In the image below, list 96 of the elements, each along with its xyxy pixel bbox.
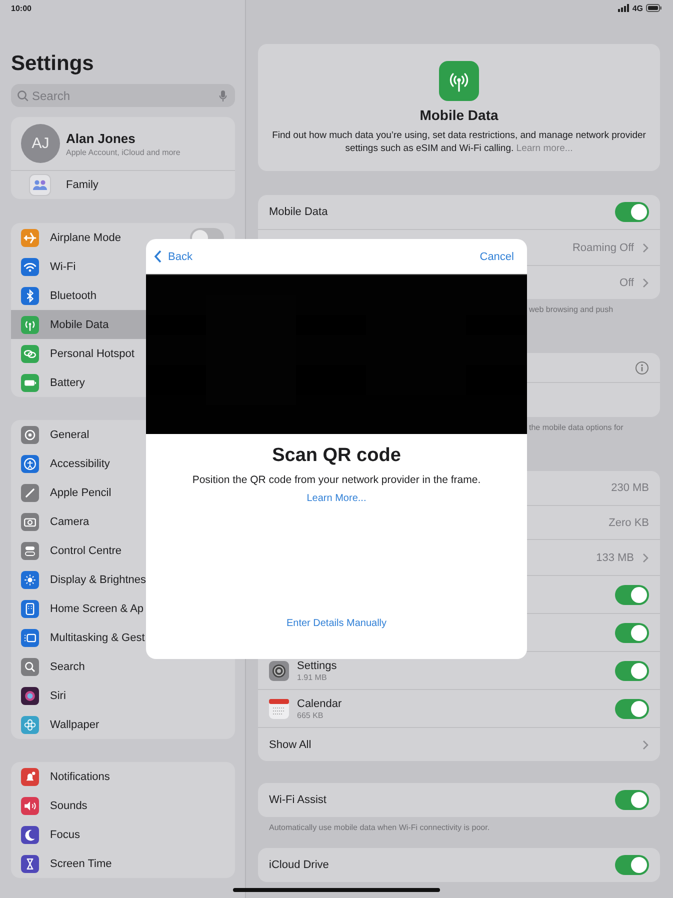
sidebar-item[interactable]: Battery	[11, 368, 235, 397]
flower-icon	[21, 716, 39, 734]
sidebar-item[interactable]: Sounds	[11, 791, 235, 820]
chevron-left-icon	[154, 250, 162, 263]
footnote: the mobile data options for	[529, 422, 624, 434]
footnote: Automatically use mobile data when Wi-Fi connectivity is poor.	[269, 822, 490, 834]
search-field[interactable]: Search	[11, 84, 235, 107]
app-data-usage: 665 KB	[297, 710, 324, 720]
page-title: Settings	[11, 51, 95, 77]
toggle-switch[interactable]	[615, 622, 649, 642]
row-value: Off	[620, 276, 634, 288]
toggle-switch[interactable]	[615, 660, 649, 680]
sidebar-item[interactable]: Display & Brightnes	[11, 565, 235, 594]
airplane-icon	[21, 228, 39, 246]
moon-icon	[21, 826, 39, 844]
sidebar-item[interactable]: General	[11, 420, 235, 449]
row-value: 133 MB	[596, 552, 634, 564]
app-name: Calendar	[297, 698, 342, 710]
learn-more-link[interactable]: Learn More...	[306, 493, 366, 504]
sun-icon	[21, 570, 39, 588]
row-label: Mobile Data	[269, 206, 328, 218]
sidebar-item[interactable]: Wallpaper	[11, 710, 235, 739]
account-name: Alan Jones	[66, 130, 136, 146]
sidebar-item[interactable]: Screen Time	[11, 849, 235, 878]
toggle-switch[interactable]	[615, 584, 649, 604]
toggle-switch[interactable]	[615, 202, 649, 222]
chevron-icon	[642, 740, 649, 750]
info-icon[interactable]	[635, 360, 649, 374]
antenna-icon	[21, 316, 39, 334]
sidebar-item[interactable]: Siri	[11, 681, 235, 710]
battery-icon	[21, 374, 39, 392]
settings-row[interactable]: Calendar 665 KB	[258, 689, 660, 727]
enter-details-link[interactable]: Enter Details Manually	[286, 618, 387, 629]
wifi-icon	[21, 258, 39, 276]
orb-icon	[21, 686, 39, 704]
status-time: 10:00	[11, 4, 32, 12]
avatar: AJ	[21, 124, 60, 163]
modal-description: Position the QR code from your network provider in the frame.	[192, 474, 481, 486]
account-subtitle: Apple Account, iCloud and more	[66, 148, 180, 156]
footnote: web browsing and push	[529, 304, 614, 316]
toggle-switch[interactable]	[615, 790, 649, 810]
person-icon	[21, 454, 39, 472]
chevron-icon	[642, 242, 649, 252]
camera-icon	[21, 512, 39, 530]
row-value: 230 MB	[611, 482, 649, 494]
sidebar-item[interactable]: Home Screen & Ap	[11, 594, 235, 623]
chevron-icon	[642, 278, 649, 288]
bluetooth-icon	[21, 286, 39, 304]
microphone-icon[interactable]	[219, 90, 227, 102]
row-value: Zero KB	[608, 516, 649, 528]
speaker-icon	[21, 796, 39, 814]
people-icon	[29, 174, 51, 196]
row-value: Roaming Off	[572, 242, 634, 254]
cancel-button[interactable]: Cancel	[480, 250, 514, 262]
sidebar-item[interactable]: Camera	[11, 507, 235, 536]
modal-title: Scan QR code	[272, 445, 401, 467]
calendar-icon	[269, 698, 289, 718]
app-data-usage: 1.91 MB	[297, 672, 328, 682]
network-type: 4G	[632, 4, 643, 12]
battery-icon	[646, 4, 662, 12]
antenna-icon	[439, 61, 479, 101]
hourglass-icon	[21, 854, 39, 872]
settings-row[interactable]: Wi-Fi Assist	[258, 783, 660, 817]
header-description: Find out how much data you’re using, set data restrictions, and manage network provider settings such as eSIM and Wi-Fi calling. Learn more...	[272, 129, 646, 155]
chevron-icon	[642, 552, 649, 562]
bell-icon	[21, 768, 39, 786]
gear-icon	[21, 426, 39, 444]
settings-row[interactable]: Mobile Data	[258, 195, 660, 229]
family-row[interactable]: Family	[11, 170, 235, 199]
header-title: Mobile Data	[420, 107, 498, 123]
chain-icon	[21, 344, 39, 362]
back-button[interactable]: Back	[154, 250, 192, 263]
gear-icon	[269, 660, 289, 680]
sidebar-item[interactable]: Bluetooth	[11, 281, 235, 310]
sidebar-item[interactable]: Search	[11, 652, 235, 681]
toggle-switch[interactable]	[615, 698, 649, 718]
toggles-icon	[21, 542, 39, 560]
app-name: Settings	[297, 660, 337, 672]
tablet-icon	[21, 600, 39, 618]
sidebar-item[interactable]: Control Centre	[11, 536, 235, 565]
signal-icon	[618, 4, 630, 12]
sidebar-item[interactable]: Personal Hotspot	[11, 339, 235, 368]
row-label: Wi-Fi Assist	[269, 794, 326, 806]
pencil-icon	[21, 484, 39, 502]
toggle-switch[interactable]	[615, 855, 649, 875]
sidebar-item[interactable]: Notifications	[11, 762, 235, 791]
search-icon	[21, 658, 39, 676]
settings-row[interactable]: Show All	[258, 727, 660, 761]
sidebar-item[interactable]: Focus	[11, 820, 235, 849]
sidebar-item[interactable]: Multitasking & Gest	[11, 623, 235, 652]
search-icon	[17, 90, 29, 102]
settings-row[interactable]: iCloud Drive	[258, 848, 660, 882]
row-label: Show All	[269, 738, 312, 750]
window-icon	[21, 628, 39, 646]
account-row[interactable]: AJ Alan Jones Apple Account, iCloud and more	[11, 117, 235, 170]
row-label: iCloud Drive	[269, 859, 329, 871]
